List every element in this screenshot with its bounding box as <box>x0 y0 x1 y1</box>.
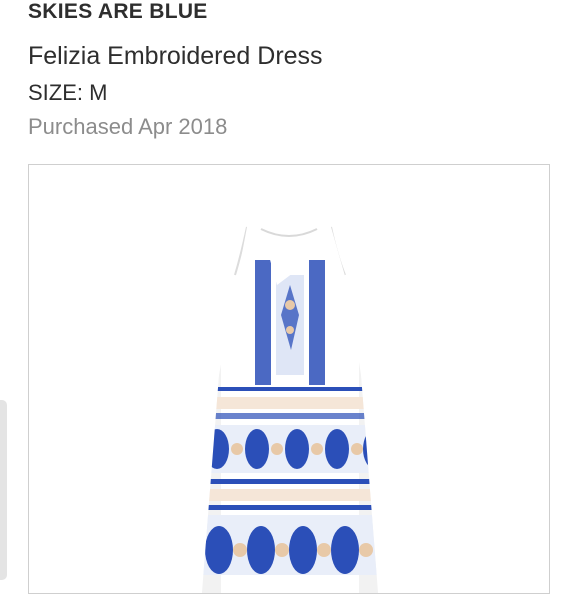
product-title: Felizia Embroidered Dress <box>28 42 323 70</box>
purchase-date: Purchased Apr 2018 <box>28 114 228 139</box>
side-drawer-tab[interactable] <box>0 400 7 580</box>
product-image-frame[interactable] <box>28 164 550 594</box>
dress-photo <box>201 226 379 593</box>
size-label: SIZE: M <box>28 80 108 105</box>
brand-name: SKIES ARE BLUE <box>28 0 208 23</box>
